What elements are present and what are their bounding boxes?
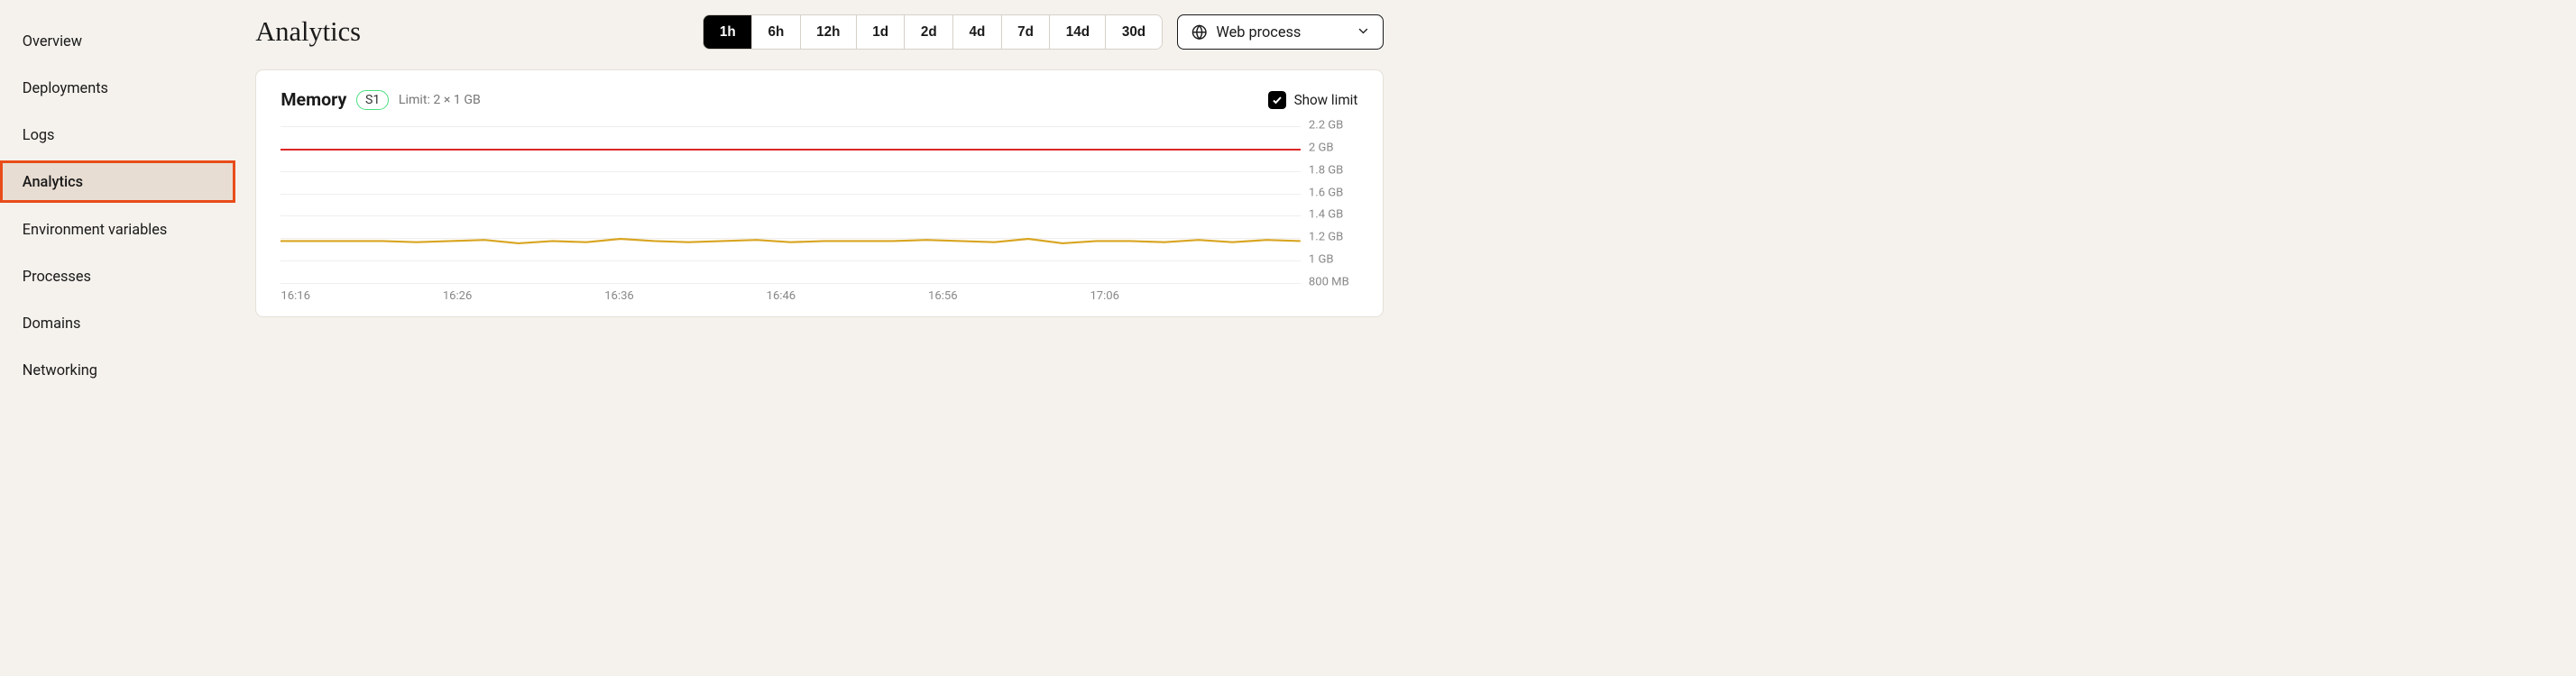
header: Analytics 1h 6h 12h 1d 2d 4d 7d 14d 30d bbox=[255, 14, 1383, 50]
checkbox-checked-icon[interactable] bbox=[1268, 91, 1286, 109]
memory-chart: 16:16 16:26 16:36 16:46 16:56 17:06 2.2 … bbox=[281, 125, 1357, 302]
y-tick-label: 1.6 GB bbox=[1309, 186, 1343, 199]
usage-line bbox=[281, 126, 1301, 282]
sidebar-item-domains[interactable]: Domains bbox=[0, 302, 235, 344]
time-button-1h[interactable]: 1h bbox=[704, 15, 752, 49]
y-tick-label: 2 GB bbox=[1309, 141, 1334, 154]
time-button-4d[interactable]: 4d bbox=[953, 15, 1002, 49]
time-button-14d[interactable]: 14d bbox=[1050, 15, 1106, 49]
process-select[interactable]: Web process bbox=[1177, 14, 1384, 49]
sidebar-item-deployments[interactable]: Deployments bbox=[0, 67, 235, 109]
sidebar-item-networking[interactable]: Networking bbox=[0, 349, 235, 391]
y-tick-label: 1.2 GB bbox=[1309, 231, 1343, 244]
main-content: Analytics 1h 6h 12h 1d 2d 4d 7d 14d 30d bbox=[235, 0, 1403, 368]
sidebar-item-label: Networking bbox=[23, 361, 97, 379]
sidebar-item-logs[interactable]: Logs bbox=[0, 114, 235, 156]
x-axis-ticks: 16:16 16:26 16:36 16:46 16:56 17:06 bbox=[281, 289, 1301, 303]
y-tick-label: 2.2 GB bbox=[1309, 118, 1343, 132]
sidebar-item-label: Domains bbox=[23, 315, 81, 332]
page-title: Analytics bbox=[255, 16, 361, 48]
time-button-7d[interactable]: 7d bbox=[1002, 15, 1051, 49]
y-tick-label: 1.4 GB bbox=[1309, 208, 1343, 222]
globe-icon bbox=[1191, 24, 1207, 40]
process-select-label: Web process bbox=[1216, 23, 1301, 41]
sidebar-item-label: Analytics bbox=[23, 173, 83, 190]
sidebar: Overview Deployments Logs Analytics Envi… bbox=[0, 0, 235, 368]
time-button-6h[interactable]: 6h bbox=[752, 15, 801, 49]
sidebar-item-overview[interactable]: Overview bbox=[0, 20, 235, 62]
x-tick: 16:26 bbox=[443, 289, 604, 303]
x-tick: 17:06 bbox=[1090, 289, 1251, 303]
chevron-down-icon bbox=[1358, 28, 1368, 37]
sidebar-item-env-vars[interactable]: Environment variables bbox=[0, 208, 235, 251]
y-tick-label: 1.8 GB bbox=[1309, 163, 1343, 177]
sidebar-item-label: Overview bbox=[23, 32, 82, 50]
sidebar-item-label: Environment variables bbox=[23, 221, 168, 238]
card-header: Memory S1 Limit: 2 × 1 GB Show limit bbox=[281, 89, 1357, 110]
y-tick-label: 800 MB bbox=[1309, 276, 1349, 289]
y-axis: 2.2 GB2 GB1.8 GB1.6 GB1.4 GB1.2 GB1 GB80… bbox=[1309, 125, 1357, 282]
chart-area[interactable]: 16:16 16:26 16:36 16:46 16:56 17:06 bbox=[281, 125, 1301, 302]
x-tick: 16:56 bbox=[928, 289, 1090, 303]
card-title: Memory bbox=[281, 89, 346, 110]
y-tick-label: 1 GB bbox=[1309, 253, 1334, 267]
show-limit-label: Show limit bbox=[1294, 92, 1358, 108]
time-button-1d[interactable]: 1d bbox=[857, 15, 906, 49]
time-button-2d[interactable]: 2d bbox=[905, 15, 953, 49]
header-controls: 1h 6h 12h 1d 2d 4d 7d 14d 30d bbox=[703, 14, 1383, 50]
time-range-group: 1h 6h 12h 1d 2d 4d 7d 14d 30d bbox=[703, 14, 1162, 50]
sidebar-item-processes[interactable]: Processes bbox=[0, 255, 235, 297]
sidebar-item-label: Processes bbox=[23, 268, 91, 285]
time-button-12h[interactable]: 12h bbox=[801, 15, 857, 49]
instance-badge: S1 bbox=[356, 90, 389, 110]
limit-text: Limit: 2 × 1 GB bbox=[399, 93, 481, 107]
show-limit-toggle[interactable]: Show limit bbox=[1268, 91, 1357, 109]
x-tick: 16:36 bbox=[604, 289, 766, 303]
gridline bbox=[281, 283, 1301, 284]
time-button-30d[interactable]: 30d bbox=[1106, 15, 1161, 49]
sidebar-item-label: Deployments bbox=[23, 79, 108, 96]
sidebar-item-label: Logs bbox=[23, 126, 55, 143]
x-tick: 16:16 bbox=[281, 289, 442, 303]
sidebar-item-analytics[interactable]: Analytics bbox=[0, 160, 235, 203]
memory-card: Memory S1 Limit: 2 × 1 GB Show limit bbox=[255, 69, 1383, 317]
x-tick: 16:46 bbox=[767, 289, 928, 303]
